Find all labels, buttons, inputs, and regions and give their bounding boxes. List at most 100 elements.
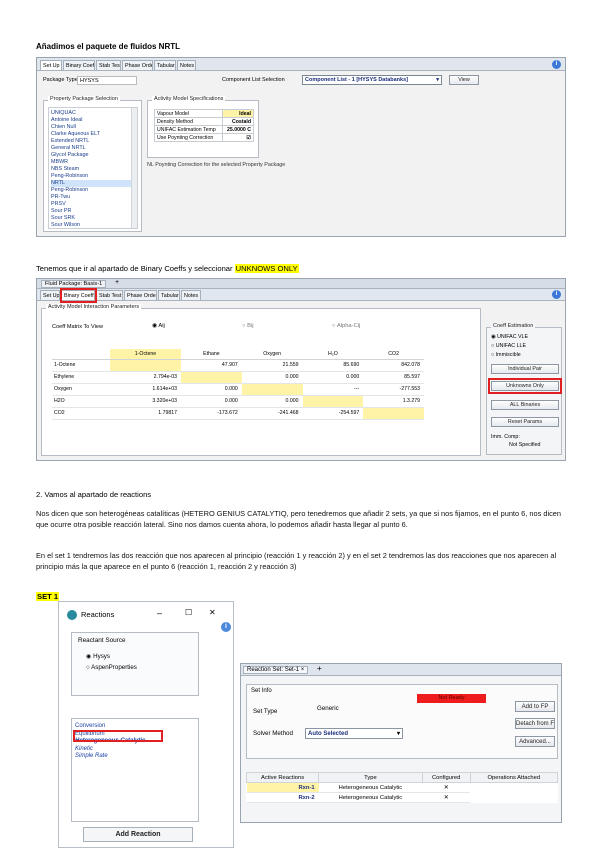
tab-tabular[interactable]: Tabular: [154, 60, 176, 70]
matrix-cell[interactable]: [241, 383, 303, 396]
activity-spec-row: Use Poynting Correction ☑: [153, 133, 254, 142]
minimize-icon[interactable]: –: [157, 608, 162, 618]
view-button[interactable]: View: [449, 75, 479, 85]
binary-tabbar: Set Up Binary Coeffs Stab Test Phase Ord…: [37, 289, 565, 301]
property-package-item[interactable]: Clarke Aqueous ELT: [51, 131, 131, 138]
tab-phase-order[interactable]: Phase Order: [124, 290, 157, 300]
matrix-cell[interactable]: 0.000: [241, 395, 303, 408]
property-package-item[interactable]: PRSV: [51, 201, 131, 208]
reaction-row[interactable]: Rxn-1 Heterogeneous Catalytic ✕: [246, 782, 558, 793]
matrix-cell[interactable]: -277.553: [363, 383, 424, 396]
property-package-item[interactable]: NRTL: [51, 180, 131, 187]
matrix-row-header: Oxygen: [52, 383, 110, 396]
property-package-title: Property Package Selection: [48, 96, 120, 102]
reaction-type-item[interactable]: Kinetic: [75, 746, 195, 754]
matrix-cell[interactable]: 0.000: [302, 371, 364, 384]
radio-bij[interactable]: ○ Bij: [242, 323, 254, 329]
property-package-list[interactable]: UNIQUAC Antoine Ideal Chien Null Clarke Aqu…: [48, 107, 138, 229]
maximize-icon[interactable]: ☐: [185, 608, 192, 617]
tab-notes[interactable]: Notes: [177, 60, 196, 70]
matrix-cell[interactable]: 47.907: [181, 359, 242, 372]
matrix-cell[interactable]: 0.000: [181, 383, 242, 396]
add-tab-icon[interactable]: +: [317, 664, 322, 673]
advanced-button[interactable]: Advanced...: [515, 736, 555, 747]
property-package-item[interactable]: Extended NRTL: [51, 138, 131, 145]
property-package-item[interactable]: Sour SRK: [51, 215, 131, 222]
radio-immiscible[interactable]: ○ Immiscible: [491, 352, 521, 358]
reaction-row[interactable]: Rxn-2 Heterogeneous Catalytic ✕: [246, 792, 558, 803]
radio-aspen-properties[interactable]: ○ AspenProperties: [86, 664, 137, 671]
matrix-cell[interactable]: -254.597: [302, 407, 364, 420]
matrix-cell[interactable]: -173.672: [181, 407, 242, 420]
tab-tabular[interactable]: Tabular: [158, 290, 180, 300]
solver-method-select[interactable]: Auto Selected ▾: [305, 728, 403, 739]
radio-alpha[interactable]: ○ Alpha‑Cij: [332, 323, 360, 329]
add-reaction-button[interactable]: Add Reaction: [83, 827, 193, 842]
reaction-type-item[interactable]: Simple Rate: [75, 753, 195, 761]
radio-unifac-vle[interactable]: ◉ UNIFAC VLE: [491, 334, 528, 340]
matrix-cell[interactable]: 21.559: [241, 359, 303, 372]
fluid-package-title-bar: Fluid Package: Basis-1 +: [37, 279, 565, 289]
tab-set-up[interactable]: Set Up: [40, 290, 60, 300]
fluid-package-title[interactable]: Fluid Package: Basis-1: [41, 280, 107, 288]
add-to-fp-button[interactable]: Add to FP: [515, 701, 555, 712]
property-package-item[interactable]: Antoine Ideal: [51, 117, 131, 124]
matrix-cell[interactable]: 1.79817: [109, 407, 182, 420]
matrix-cell[interactable]: -241.468: [241, 407, 303, 420]
radio-aij[interactable]: ◉ Aij: [152, 323, 165, 329]
info-icon[interactable]: i: [221, 622, 231, 632]
matrix-cell[interactable]: 1.614e+03: [109, 383, 182, 396]
matrix-cell[interactable]: [109, 359, 182, 372]
radio-unifac-lle[interactable]: ○ UNIFAC LLE: [491, 343, 526, 349]
tab-binary-coeffs[interactable]: Binary Coeffs: [63, 60, 95, 70]
matrix-cell[interactable]: 842.078: [363, 359, 424, 372]
all-binaries-button[interactable]: ALL Binaries: [491, 400, 559, 410]
package-type-label: Package Type:: [43, 77, 80, 83]
tab-phase-order[interactable]: Phase Order: [122, 60, 153, 70]
component-list-select[interactable]: Component List - 1 [HYSYS Databanks] ▾: [302, 75, 442, 85]
info-icon[interactable]: i: [552, 60, 561, 69]
matrix-cell[interactable]: [181, 371, 242, 384]
list-scrollbar[interactable]: [131, 108, 137, 228]
activity-spec-value[interactable]: 25.0000 C: [222, 125, 254, 134]
reaction-set-tab[interactable]: Reaction Set: Set-1 ×: [243, 666, 309, 674]
property-package-item[interactable]: Sour PR: [51, 208, 131, 215]
property-package-item[interactable]: NBS Steam: [51, 166, 131, 173]
property-package-item[interactable]: Peng-Robinson: [51, 173, 131, 180]
tab-set-up[interactable]: Set Up: [40, 60, 62, 70]
activity-spec-value[interactable]: ☑: [222, 133, 254, 142]
tab-notes[interactable]: Notes: [181, 290, 201, 300]
property-package-item[interactable]: Glycol Package: [51, 152, 131, 159]
property-package-item[interactable]: Chien Null: [51, 124, 131, 131]
matrix-cell[interactable]: 3.320e+03: [109, 395, 182, 408]
matrix-cell[interactable]: 2.794e-03: [109, 371, 182, 384]
matrix-cell[interactable]: [302, 395, 364, 408]
reactant-source-group: Reactant Source ◉ Hysys ○ AspenPropertie…: [71, 632, 199, 696]
matrix-cell[interactable]: 0.000: [241, 371, 303, 384]
reset-params-button[interactable]: Reset Params: [491, 417, 559, 427]
individual-pair-button[interactable]: Individual Pair: [491, 364, 559, 374]
tab-stab-test[interactable]: Stab Test: [96, 290, 123, 300]
radio-hysys[interactable]: ◉ Hysys: [86, 653, 110, 660]
activity-spec-value[interactable]: Costald: [222, 117, 254, 126]
matrix-cell[interactable]: 85.690: [302, 359, 364, 372]
close-icon[interactable]: ✕: [209, 608, 216, 617]
matrix-cell[interactable]: 0.000: [181, 395, 242, 408]
property-package-item[interactable]: Sour Wilson: [51, 222, 131, 228]
matrix-cell[interactable]: [363, 407, 424, 420]
matrix-cell[interactable]: ---: [302, 383, 364, 396]
add-tab-icon[interactable]: +: [115, 279, 119, 286]
property-package-item[interactable]: MBWR: [51, 159, 131, 166]
detach-from-fp-button[interactable]: Detach from FP: [515, 718, 555, 729]
property-package-item[interactable]: PR-Twu: [51, 194, 131, 201]
info-icon[interactable]: i: [552, 290, 561, 299]
tab-stab-test[interactable]: Stab Test: [96, 60, 121, 70]
activity-spec-value[interactable]: Ideal: [222, 109, 254, 118]
activity-spec-label: Density Method: [153, 117, 224, 126]
property-package-item[interactable]: Peng-Robinson: [51, 187, 131, 194]
matrix-cell[interactable]: 1.3.279: [363, 395, 424, 408]
property-package-item[interactable]: UNIQUAC: [51, 110, 131, 117]
matrix-cell[interactable]: 85.597: [363, 371, 424, 384]
property-package-item[interactable]: General NRTL: [51, 145, 131, 152]
tab-close-icon[interactable]: ×: [301, 667, 305, 673]
